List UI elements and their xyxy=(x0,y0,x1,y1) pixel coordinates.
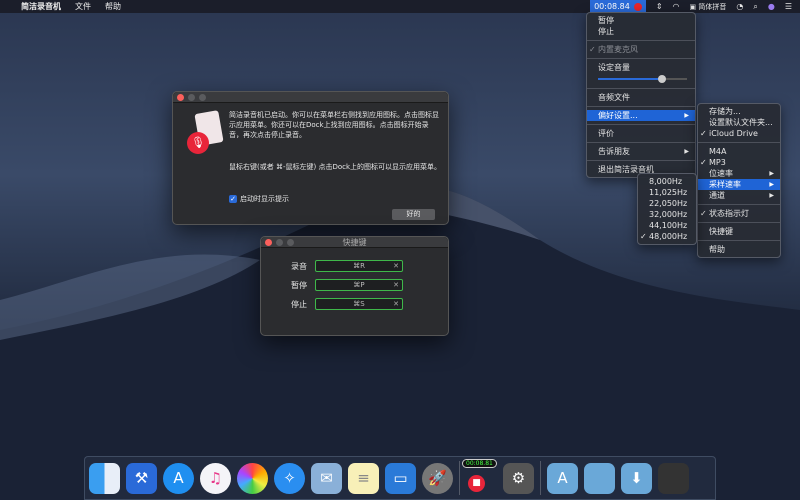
minimize-button[interactable] xyxy=(188,94,195,101)
input-method-label: 简体拼音 xyxy=(698,3,726,11)
volume-slider[interactable] xyxy=(598,73,687,85)
siri-icon[interactable]: ● xyxy=(768,2,775,11)
dock-timer-badge: 00:08.81 xyxy=(462,459,497,468)
clear-icon[interactable]: ✕ xyxy=(393,299,399,309)
shortcut-row-stop: 停止 ⌘S✕ xyxy=(291,298,403,310)
show-tips-checkbox[interactable]: ✓启动时显示提示 xyxy=(229,194,289,204)
xcode-icon[interactable]: ⚒ xyxy=(126,463,157,494)
sample-rate-submenu: 8,000Hz 11,025Hz 22,050Hz 32,000Hz 44,10… xyxy=(637,173,697,245)
menu-rate-32000[interactable]: 32,000Hz xyxy=(638,209,696,220)
system-preferences-icon[interactable]: ⚙ xyxy=(503,463,534,494)
menu-help[interactable]: 帮助 xyxy=(698,244,780,255)
volume-slider-knob[interactable] xyxy=(658,75,666,83)
menu-rate[interactable]: 评价 xyxy=(587,128,695,139)
menu-volume-label: 设定音量 xyxy=(587,62,695,73)
shortcut-field-pause[interactable]: ⌘P✕ xyxy=(315,279,403,291)
shortcut-label: 暂停 xyxy=(291,280,307,291)
audio-icon[interactable]: ⇕ xyxy=(656,2,663,11)
finder-icon[interactable] xyxy=(89,463,120,494)
menu-save-as[interactable]: 存储为... xyxy=(698,106,780,117)
dialog-message: 简洁录音机已启动。你可以在菜单栏右侧找到应用图标。点击图标显示应用菜单。你还可以… xyxy=(229,110,439,140)
trash-icon[interactable] xyxy=(658,463,689,494)
search-icon[interactable]: ⌕ xyxy=(753,2,757,12)
menu-pause[interactable]: 暂停 xyxy=(587,15,695,26)
clock-icon[interactable]: ◔ xyxy=(736,2,743,11)
menu-status-indicator[interactable]: ✓状态指示灯 xyxy=(698,208,780,219)
shortcut-label: 录音 xyxy=(291,261,307,272)
stop-icon: ■ xyxy=(468,475,485,492)
applications-folder-icon[interactable]: A xyxy=(547,463,578,494)
menu-sample-rate[interactable]: 采样速率▶ xyxy=(698,179,780,190)
launchpad-icon[interactable]: 🚀 xyxy=(422,463,453,494)
checkbox-checked-icon[interactable]: ✓ xyxy=(229,195,237,203)
keynote-icon[interactable]: ▭ xyxy=(385,463,416,494)
menu-rate-11025[interactable]: 11,025Hz xyxy=(638,187,696,198)
timer-text: 00:08.84 xyxy=(594,2,630,11)
submenu-arrow-icon: ▶ xyxy=(684,110,689,121)
checkbox-label: 启动时显示提示 xyxy=(240,194,289,204)
app-logo-icon: 🎙 xyxy=(187,112,221,152)
notification-center-icon[interactable]: ☰ xyxy=(785,2,792,11)
record-icon xyxy=(634,3,642,11)
dock: ⚒ A ♫ ✧ ✉ ≡ ▭ 🚀 00:08.81■ ⚙ A ⬇ xyxy=(84,456,716,500)
photos-icon[interactable] xyxy=(237,463,268,494)
documents-folder-icon[interactable] xyxy=(584,463,615,494)
notes-icon[interactable]: ≡ xyxy=(348,463,379,494)
dialog-tip: 鼠标右键(或者 ⌘-鼠标左键) 点击Dock上的图标可以显示应用菜单。 xyxy=(229,162,444,172)
wifi-icon[interactable]: ◠ xyxy=(673,2,680,11)
shortcut-label: 停止 xyxy=(291,299,307,310)
downloads-folder-icon[interactable]: ⬇ xyxy=(621,463,652,494)
shortcut-row-pause: 暂停 ⌘P✕ xyxy=(291,279,403,291)
close-button[interactable] xyxy=(265,239,272,246)
shortcuts-window: 快捷键 录音 ⌘R✕ 暂停 ⌘P✕ 停止 ⌘S✕ xyxy=(260,236,449,336)
ok-button[interactable]: 好的 xyxy=(392,209,435,220)
shortcut-field-record[interactable]: ⌘R✕ xyxy=(315,260,403,272)
menu-builtin-mic: ✓内置麦克风 xyxy=(587,44,695,55)
mail-icon[interactable]: ✉ xyxy=(311,463,342,494)
menu-rate-8000[interactable]: 8,000Hz xyxy=(638,176,696,187)
input-method[interactable]: ▣ 简体拼音 xyxy=(690,2,727,12)
menu-tell-friends[interactable]: 告诉朋友▶ xyxy=(587,146,695,157)
window-title: 快捷键 xyxy=(343,238,367,247)
menu-mp3[interactable]: ✓MP3 xyxy=(698,157,780,168)
shortcut-row-record: 录音 ⌘R✕ xyxy=(291,260,403,272)
help-menu[interactable]: 帮助 xyxy=(98,1,128,12)
menu-rate-48000[interactable]: ✓48,000Hz xyxy=(638,231,696,242)
itunes-icon[interactable]: ♫ xyxy=(200,463,231,494)
menu-shortcuts[interactable]: 快捷键 xyxy=(698,226,780,237)
menu-preferences[interactable]: 偏好设置...▶ xyxy=(587,110,695,121)
menu-m4a[interactable]: M4A xyxy=(698,146,780,157)
app-store-icon[interactable]: A xyxy=(163,463,194,494)
shortcut-field-stop[interactable]: ⌘S✕ xyxy=(315,298,403,310)
welcome-dialog: 🎙 简洁录音机已启动。你可以在菜单栏右侧找到应用图标。点击图标显示应用菜单。你还… xyxy=(172,91,449,225)
recorder-dock-icon[interactable]: 00:08.81■ xyxy=(466,463,497,494)
menu-stop[interactable]: 停止 xyxy=(587,26,695,37)
submenu-arrow-icon: ▶ xyxy=(684,146,689,157)
menu-audio-files[interactable]: 音频文件 xyxy=(587,92,695,103)
clear-icon[interactable]: ✕ xyxy=(393,280,399,290)
app-menu[interactable]: 简洁录音机 xyxy=(14,1,68,12)
clear-icon[interactable]: ✕ xyxy=(393,261,399,271)
menu-rate-44100[interactable]: 44,100Hz xyxy=(638,220,696,231)
menu-rate-22050[interactable]: 22,050Hz xyxy=(638,198,696,209)
app-status-menu: 暂停 停止 ✓内置麦克风 设定音量 音频文件 偏好设置...▶ 评价 告诉朋友▶… xyxy=(586,12,696,178)
menu-default-folder[interactable]: 设置默认文件夹... xyxy=(698,117,780,128)
menu-channels[interactable]: 通道▶ xyxy=(698,190,780,201)
menu-bitrate[interactable]: 位速率▶ xyxy=(698,168,780,179)
zoom-button[interactable] xyxy=(199,94,206,101)
menu-icloud-drive[interactable]: ✓iCloud Drive xyxy=(698,128,780,139)
zoom-button[interactable] xyxy=(287,239,294,246)
minimize-button[interactable] xyxy=(276,239,283,246)
close-button[interactable] xyxy=(177,94,184,101)
preferences-submenu: 存储为... 设置默认文件夹... ✓iCloud Drive M4A ✓MP3… xyxy=(697,103,781,258)
safari-icon[interactable]: ✧ xyxy=(274,463,305,494)
file-menu[interactable]: 文件 xyxy=(68,1,98,12)
